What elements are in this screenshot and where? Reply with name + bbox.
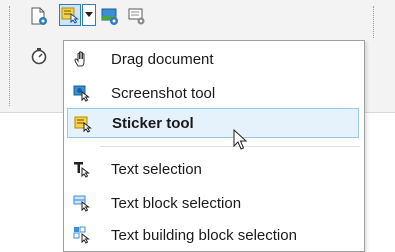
sticker-tool-icon <box>74 115 92 133</box>
chevron-down-icon <box>85 12 93 17</box>
mouse-pointer-icon <box>233 129 247 150</box>
toolbar-separator <box>373 6 374 38</box>
sticker-tool-button[interactable] <box>59 4 81 26</box>
text-building-block-icon <box>73 226 91 244</box>
tool-dropdown-button[interactable] <box>82 4 96 26</box>
menu-item-label: Text selection <box>111 161 202 178</box>
toolbar-grip[interactable] <box>9 6 10 106</box>
menu-item-text-building-block-selection[interactable]: Text building block selection <box>67 220 359 248</box>
menu-item-drag-document[interactable]: Drag document <box>67 44 359 72</box>
menu-item-screenshot-tool[interactable]: Screenshot tool <box>67 78 359 106</box>
stopwatch-icon <box>31 48 47 65</box>
text-selection-icon <box>73 160 91 178</box>
menu-separator <box>100 146 360 147</box>
sticker-tool-icon <box>61 7 79 24</box>
menu-item-label: Screenshot tool <box>111 85 216 102</box>
menu-item-sticker-tool[interactable]: Sticker tool <box>67 108 359 138</box>
stopwatch-button[interactable] <box>28 45 50 67</box>
image-settings-button[interactable] <box>99 5 121 27</box>
menu-item-text-block-selection[interactable]: Text block selection <box>67 188 359 216</box>
tool-dropdown-menu: Drag document Screenshot tool Sticker to… <box>63 40 365 252</box>
menu-item-label: Text block selection <box>111 195 242 212</box>
display-settings-button[interactable] <box>126 5 148 27</box>
image-settings-icon <box>101 8 118 25</box>
screenshot-tool-icon <box>73 84 91 102</box>
text-block-selection-icon <box>73 194 91 212</box>
document-settings-button[interactable] <box>28 5 50 27</box>
menu-item-label: Text building block selection <box>111 227 297 244</box>
hand-icon <box>73 50 91 68</box>
document-settings-icon <box>31 7 47 25</box>
display-settings-icon <box>128 8 145 25</box>
menu-item-label: Sticker tool <box>112 115 194 132</box>
menu-item-label: Drag document <box>111 51 214 68</box>
menu-item-text-selection[interactable]: Text selection <box>67 154 359 182</box>
